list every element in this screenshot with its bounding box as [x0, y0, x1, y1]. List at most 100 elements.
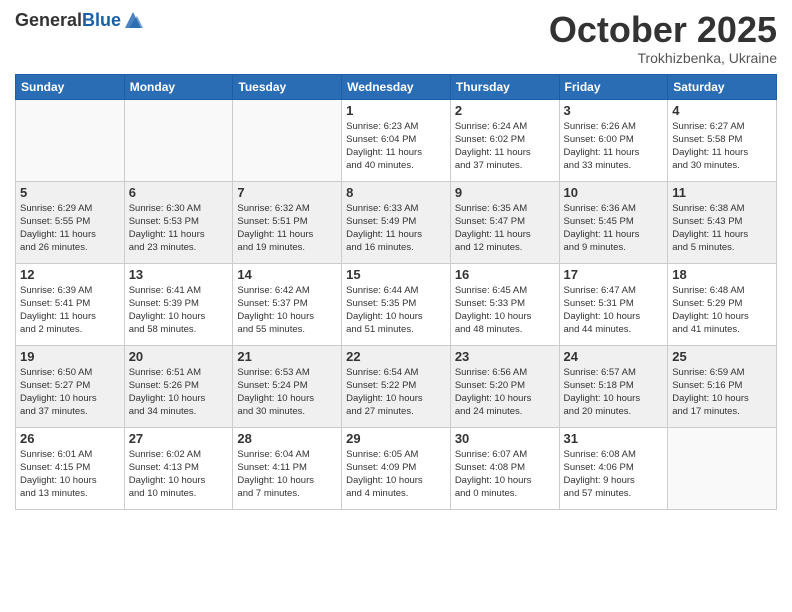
table-row: 4 Sunrise: 6:27 AM Sunset: 5:58 PM Daylig…: [668, 99, 777, 181]
table-row: 29 Sunrise: 6:05 AM Sunset: 4:09 PM Dayli…: [342, 427, 451, 509]
logo-text: GeneralBlue: [15, 11, 121, 31]
table-row: 19Sunrise: 6:50 AM Sunset: 5:27 PM Dayli…: [16, 345, 125, 427]
day-number: 5: [20, 185, 120, 200]
calendar-week-row: 1 Sunrise: 6:23 AM Sunset: 6:04 PM Daylig…: [16, 99, 777, 181]
day-number: 24: [564, 349, 664, 364]
day-info: Sunrise: 6:42 AM Sunset: 5:37 PM Dayligh…: [237, 284, 337, 337]
header-wednesday: Wednesday: [342, 74, 451, 99]
day-info: Sunrise: 6:51 AM Sunset: 5:26 PM Dayligh…: [129, 366, 229, 419]
page-container: GeneralBlue October 2025 Trokhizbenka, U…: [0, 0, 792, 515]
table-row: 25 Sunrise: 6:59 AM Sunset: 5:16 PM Dayli…: [668, 345, 777, 427]
day-info: Sunrise: 6:38 AM Sunset: 5:43 PM Dayligh…: [672, 202, 772, 255]
day-info: Sunrise: 6:39 AM Sunset: 5:41 PM Dayligh…: [20, 284, 120, 337]
table-row: 31Sunrise: 6:08 AM Sunset: 4:06 PM Dayli…: [559, 427, 668, 509]
day-number: 1: [346, 103, 446, 118]
day-number: 14: [237, 267, 337, 282]
day-info: Sunrise: 6:36 AM Sunset: 5:45 PM Dayligh…: [564, 202, 664, 255]
day-number: 13: [129, 267, 229, 282]
logo: GeneralBlue: [15, 10, 143, 32]
day-info: Sunrise: 6:44 AM Sunset: 5:35 PM Dayligh…: [346, 284, 446, 337]
calendar-week-row: 5 Sunrise: 6:29 AM Sunset: 5:55 PM Daylig…: [16, 181, 777, 263]
header-saturday: Saturday: [668, 74, 777, 99]
table-row: 27 Sunrise: 6:02 AM Sunset: 4:13 PM Dayli…: [124, 427, 233, 509]
table-row: 17 Sunrise: 6:47 AM Sunset: 5:31 PM Dayli…: [559, 263, 668, 345]
table-row: 8Sunrise: 6:33 AM Sunset: 5:49 PM Daylig…: [342, 181, 451, 263]
day-info: Sunrise: 6:57 AM Sunset: 5:18 PM Dayligh…: [564, 366, 664, 419]
day-number: 22: [346, 349, 446, 364]
day-info: Sunrise: 6:33 AM Sunset: 5:49 PM Dayligh…: [346, 202, 446, 255]
day-info: Sunrise: 6:27 AM Sunset: 5:58 PM Dayligh…: [672, 120, 772, 173]
header: GeneralBlue October 2025 Trokhizbenka, U…: [15, 10, 777, 66]
table-row: 20 Sunrise: 6:51 AM Sunset: 5:26 PM Dayli…: [124, 345, 233, 427]
day-number: 10: [564, 185, 664, 200]
table-row: 11 Sunrise: 6:38 AM Sunset: 5:43 PM Dayli…: [668, 181, 777, 263]
day-info: Sunrise: 6:23 AM Sunset: 6:04 PM Dayligh…: [346, 120, 446, 173]
day-number: 17: [564, 267, 664, 282]
header-monday: Monday: [124, 74, 233, 99]
day-number: 6: [129, 185, 229, 200]
day-info: Sunrise: 6:41 AM Sunset: 5:39 PM Dayligh…: [129, 284, 229, 337]
table-row: [16, 99, 125, 181]
day-number: 31: [564, 431, 664, 446]
table-row: 15 Sunrise: 6:44 AM Sunset: 5:35 PM Dayli…: [342, 263, 451, 345]
table-row: 24 Sunrise: 6:57 AM Sunset: 5:18 PM Dayli…: [559, 345, 668, 427]
table-row: 2Sunrise: 6:24 AM Sunset: 6:02 PM Daylig…: [450, 99, 559, 181]
table-row: 1 Sunrise: 6:23 AM Sunset: 6:04 PM Daylig…: [342, 99, 451, 181]
calendar-week-row: 19Sunrise: 6:50 AM Sunset: 5:27 PM Dayli…: [16, 345, 777, 427]
table-row: 10 Sunrise: 6:36 AM Sunset: 5:45 PM Dayli…: [559, 181, 668, 263]
day-info: Sunrise: 6:05 AM Sunset: 4:09 PM Dayligh…: [346, 448, 446, 501]
month-title: October 2025: [549, 10, 777, 50]
calendar-week-row: 26 Sunrise: 6:01 AM Sunset: 4:15 PM Dayli…: [16, 427, 777, 509]
day-info: Sunrise: 6:01 AM Sunset: 4:15 PM Dayligh…: [20, 448, 120, 501]
day-info: Sunrise: 6:04 AM Sunset: 4:11 PM Dayligh…: [237, 448, 337, 501]
table-row: 30Sunrise: 6:07 AM Sunset: 4:08 PM Dayli…: [450, 427, 559, 509]
day-info: Sunrise: 6:54 AM Sunset: 5:22 PM Dayligh…: [346, 366, 446, 419]
table-row: 16 Sunrise: 6:45 AM Sunset: 5:33 PM Dayli…: [450, 263, 559, 345]
day-number: 26: [20, 431, 120, 446]
calendar-week-row: 12 Sunrise: 6:39 AM Sunset: 5:41 PM Dayli…: [16, 263, 777, 345]
logo-icon: [123, 10, 143, 32]
day-number: 20: [129, 349, 229, 364]
day-info: Sunrise: 6:02 AM Sunset: 4:13 PM Dayligh…: [129, 448, 229, 501]
table-row: 18Sunrise: 6:48 AM Sunset: 5:29 PM Dayli…: [668, 263, 777, 345]
day-number: 28: [237, 431, 337, 446]
table-row: [124, 99, 233, 181]
header-thursday: Thursday: [450, 74, 559, 99]
day-number: 29: [346, 431, 446, 446]
table-row: 26 Sunrise: 6:01 AM Sunset: 4:15 PM Dayli…: [16, 427, 125, 509]
day-number: 27: [129, 431, 229, 446]
day-info: Sunrise: 6:32 AM Sunset: 5:51 PM Dayligh…: [237, 202, 337, 255]
day-info: Sunrise: 6:07 AM Sunset: 4:08 PM Dayligh…: [455, 448, 555, 501]
day-number: 23: [455, 349, 555, 364]
day-info: Sunrise: 6:48 AM Sunset: 5:29 PM Dayligh…: [672, 284, 772, 337]
day-number: 12: [20, 267, 120, 282]
day-number: 9: [455, 185, 555, 200]
day-number: 4: [672, 103, 772, 118]
table-row: 9Sunrise: 6:35 AM Sunset: 5:47 PM Daylig…: [450, 181, 559, 263]
calendar-table: Sunday Monday Tuesday Wednesday Thursday…: [15, 74, 777, 510]
table-row: 6Sunrise: 6:30 AM Sunset: 5:53 PM Daylig…: [124, 181, 233, 263]
table-row: 3Sunrise: 6:26 AM Sunset: 6:00 PM Daylig…: [559, 99, 668, 181]
day-number: 11: [672, 185, 772, 200]
table-row: 21Sunrise: 6:53 AM Sunset: 5:24 PM Dayli…: [233, 345, 342, 427]
title-block: October 2025 Trokhizbenka, Ukraine: [549, 10, 777, 66]
table-row: [668, 427, 777, 509]
day-info: Sunrise: 6:56 AM Sunset: 5:20 PM Dayligh…: [455, 366, 555, 419]
weekday-header-row: Sunday Monday Tuesday Wednesday Thursday…: [16, 74, 777, 99]
header-friday: Friday: [559, 74, 668, 99]
day-info: Sunrise: 6:47 AM Sunset: 5:31 PM Dayligh…: [564, 284, 664, 337]
day-number: 15: [346, 267, 446, 282]
table-row: 7Sunrise: 6:32 AM Sunset: 5:51 PM Daylig…: [233, 181, 342, 263]
table-row: 14 Sunrise: 6:42 AM Sunset: 5:37 PM Dayli…: [233, 263, 342, 345]
day-info: Sunrise: 6:45 AM Sunset: 5:33 PM Dayligh…: [455, 284, 555, 337]
table-row: [233, 99, 342, 181]
table-row: 13 Sunrise: 6:41 AM Sunset: 5:39 PM Dayli…: [124, 263, 233, 345]
day-number: 25: [672, 349, 772, 364]
day-number: 16: [455, 267, 555, 282]
table-row: 5 Sunrise: 6:29 AM Sunset: 5:55 PM Daylig…: [16, 181, 125, 263]
day-info: Sunrise: 6:26 AM Sunset: 6:00 PM Dayligh…: [564, 120, 664, 173]
day-info: Sunrise: 6:59 AM Sunset: 5:16 PM Dayligh…: [672, 366, 772, 419]
table-row: 22 Sunrise: 6:54 AM Sunset: 5:22 PM Dayli…: [342, 345, 451, 427]
day-info: Sunrise: 6:29 AM Sunset: 5:55 PM Dayligh…: [20, 202, 120, 255]
day-info: Sunrise: 6:53 AM Sunset: 5:24 PM Dayligh…: [237, 366, 337, 419]
